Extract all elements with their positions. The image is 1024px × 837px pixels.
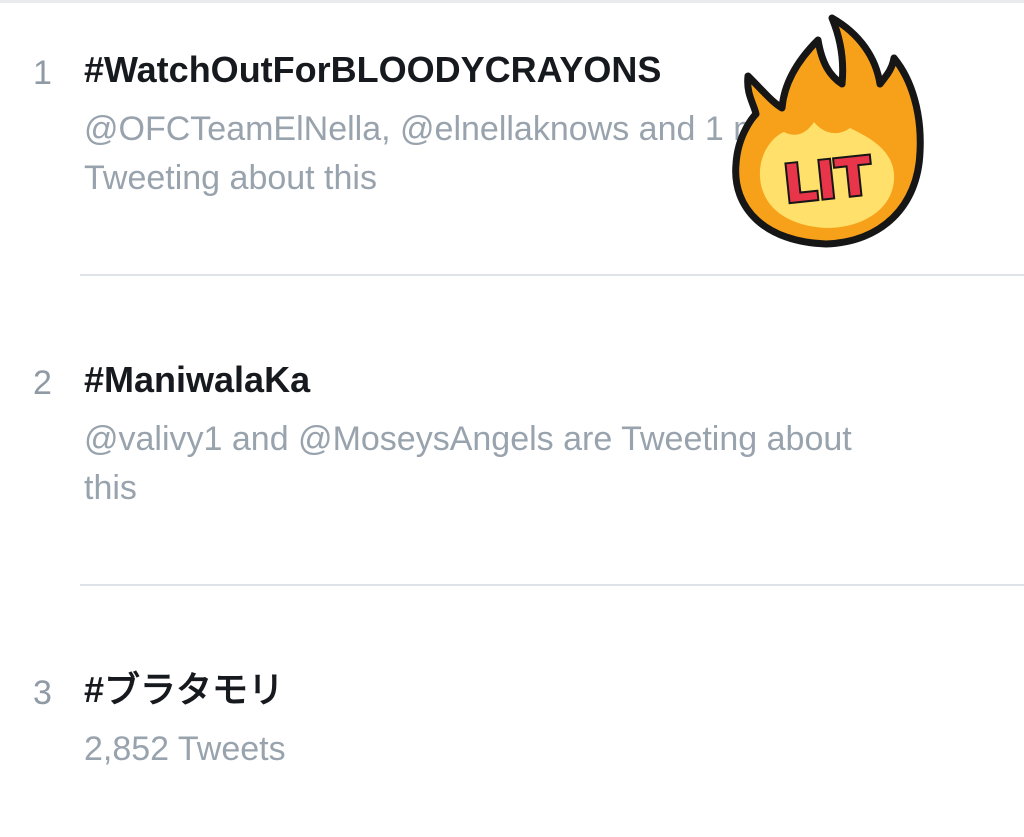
trend-hashtag[interactable]: #ブラタモリ [84,672,284,708]
lit-fire-sticker: LIT [726,14,926,250]
trend-context: @valivy1 and @MoseysAngels are Tweeting … [84,420,852,507]
trend-divider [80,274,1024,276]
lit-label: LIT [781,147,875,216]
trend-context: 2,852 Tweets [84,730,286,768]
trend-item-2[interactable]: 2 #ManiwalaKa @valivy1 and @MoseysAngels… [0,358,1024,588]
trend-divider [80,584,1024,586]
top-divider [0,0,1024,3]
trend-rank: 3 [33,674,52,712]
trend-rank: 2 [33,364,52,402]
fire-icon: LIT [732,14,924,248]
trend-hashtag[interactable]: #WatchOutForBLOODYCRAYONS [84,52,661,88]
trend-rank: 1 [33,54,52,92]
trend-item-3[interactable]: 3 #ブラタモリ 2,852 Tweets [0,668,1024,808]
trend-hashtag[interactable]: #ManiwalaKa [84,362,310,398]
